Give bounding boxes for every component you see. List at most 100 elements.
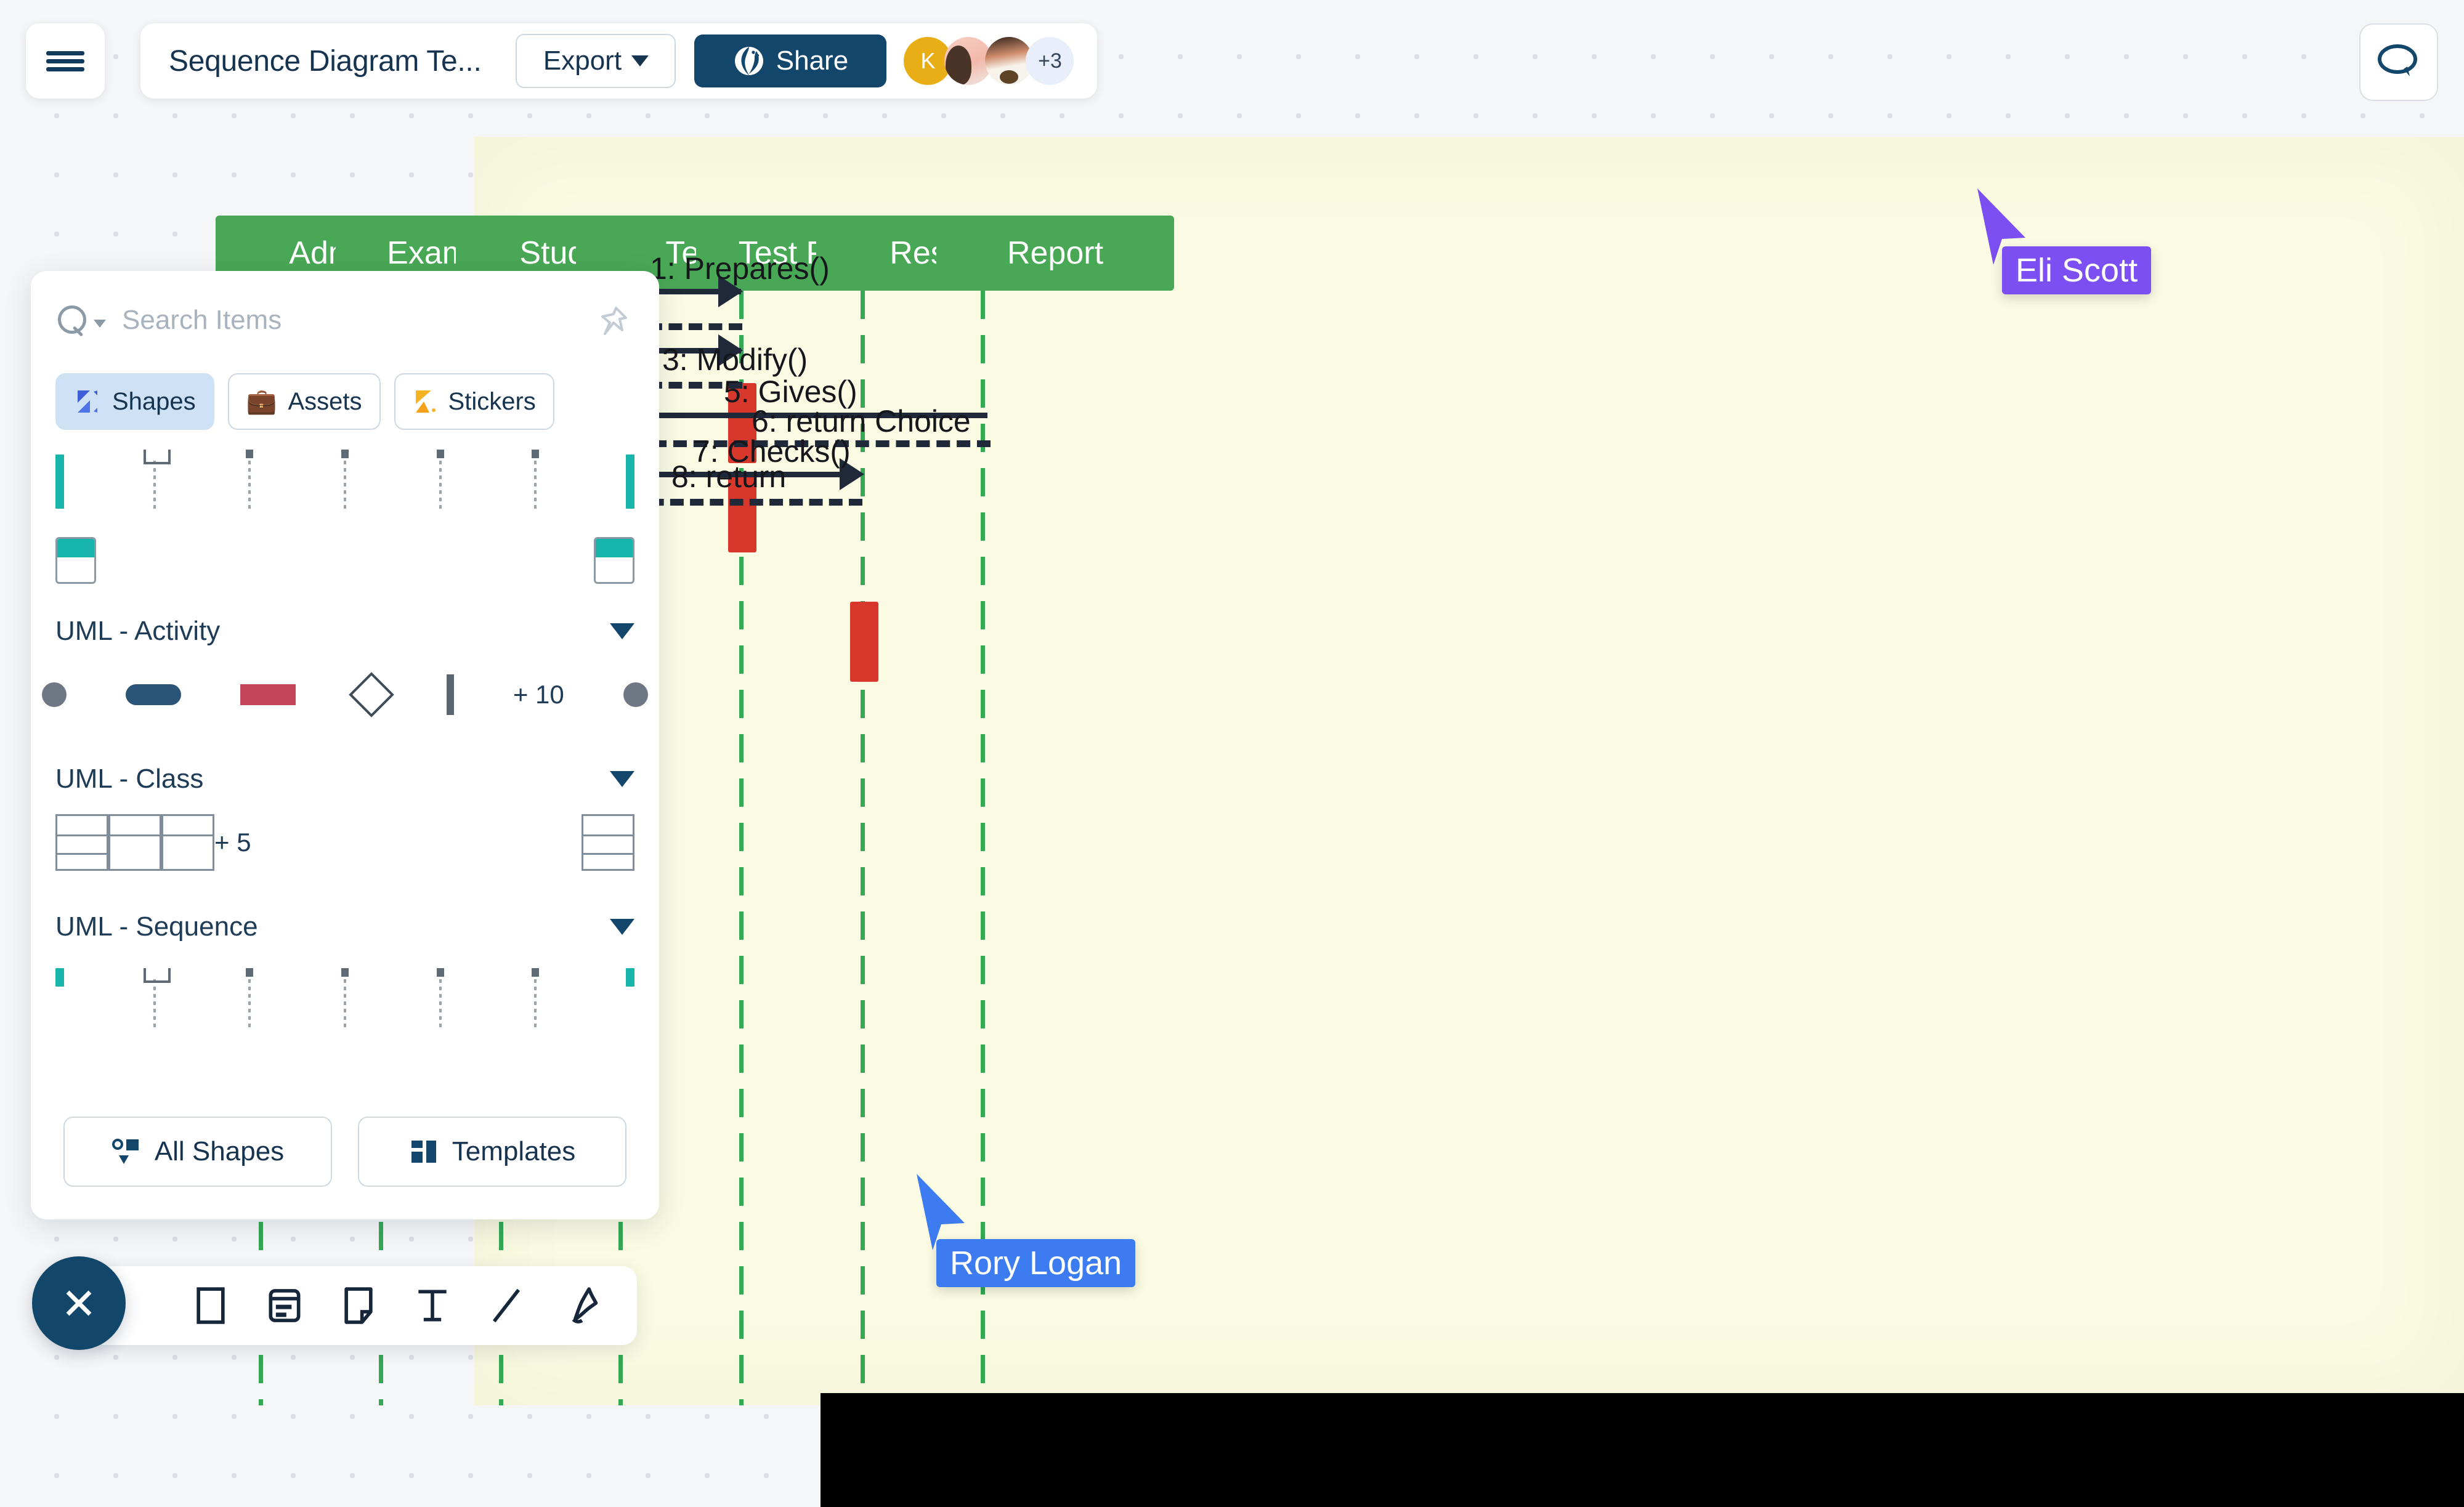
text-tool[interactable] <box>411 1285 453 1327</box>
panel-tabs[interactable]: Shapes 💼 Assets Stickers <box>31 370 659 430</box>
sticky-note-tool[interactable] <box>338 1285 379 1327</box>
caret-down-icon[interactable] <box>610 919 634 935</box>
pin-icon[interactable] <box>595 304 630 339</box>
panel-footer: All Shapes Templates <box>31 1084 659 1219</box>
document-title[interactable]: Sequence Diagram Te... <box>169 44 482 78</box>
shape-lifeline-dashed[interactable] <box>436 968 445 1027</box>
lifeline-report <box>981 291 985 1405</box>
caret-down-icon[interactable] <box>610 623 634 639</box>
footer-button-label: Templates <box>452 1136 576 1166</box>
shapes-panel[interactable]: Shapes 💼 Assets Stickers <box>31 271 659 1219</box>
section-title: UML - Activity <box>55 616 221 646</box>
top-toolbar: Sequence Diagram Te... Export Share K +3 <box>140 23 1098 99</box>
close-panel-button[interactable] <box>32 1256 126 1350</box>
shape-object-box[interactable] <box>594 537 634 584</box>
message-label-1: 1: Prepares() <box>650 251 830 286</box>
hamburger-icon <box>46 67 84 71</box>
shape-lifeline-dashed[interactable] <box>530 968 540 1027</box>
caret-down-icon[interactable] <box>610 771 634 787</box>
hamburger-icon <box>46 59 84 63</box>
shape-lifeline[interactable] <box>625 455 634 509</box>
shape-final-node[interactable] <box>623 682 648 707</box>
shapes-icon <box>78 390 97 413</box>
templates-icon <box>411 1141 436 1163</box>
line-tool[interactable] <box>485 1285 527 1327</box>
collaborator-avatars[interactable]: K +3 <box>904 37 1074 85</box>
sequence-diagram[interactable]: Admin Examiner Student Test Test Paper R… <box>216 137 2464 1405</box>
shape-lifeline-dashed[interactable] <box>143 968 171 1027</box>
bottom-black-occluder-left <box>821 1393 1202 1507</box>
shape-lifeline[interactable] <box>625 968 634 987</box>
shapes-scroll-area[interactable]: UML - Activity + 10 UML - Class + 5 UML … <box>31 438 659 1091</box>
shape-row-objects[interactable] <box>55 525 634 584</box>
chevron-down-icon <box>631 55 649 67</box>
hamburger-menu-button[interactable] <box>26 23 105 99</box>
shape-lifeline-dashed[interactable] <box>245 968 254 1027</box>
tab-label: Stickers <box>448 387 536 415</box>
scroll-fade <box>31 1028 659 1084</box>
shape-lifeline-dashed[interactable] <box>340 450 350 509</box>
all-shapes-icon <box>111 1139 139 1164</box>
section-title: UML - Class <box>55 764 204 794</box>
footer-button-label: All Shapes <box>154 1136 285 1166</box>
shape-class-box[interactable] <box>55 814 108 871</box>
shape-lifeline-dashed[interactable] <box>530 450 540 509</box>
close-icon <box>66 1290 92 1316</box>
section-header-uml-sequence[interactable]: UML - Sequence <box>55 911 634 942</box>
section-more-count[interactable]: + 10 <box>513 680 564 709</box>
avatar-initial: K <box>920 48 936 73</box>
search-icon <box>57 304 89 337</box>
shape-lifeline-dashed[interactable] <box>340 968 350 1027</box>
shape-lifeline-dashed[interactable] <box>143 450 171 509</box>
shape-row-sequence[interactable] <box>55 950 634 1027</box>
shape-decision-diamond[interactable] <box>348 672 394 717</box>
tab-stickers[interactable]: Stickers <box>394 373 554 430</box>
shape-lifeline[interactable] <box>55 455 64 509</box>
shape-action-pill[interactable] <box>126 684 182 705</box>
shape-lifeline-dashed[interactable] <box>436 450 445 509</box>
shape-fork-bar[interactable] <box>446 674 454 715</box>
comment-bubble-icon <box>2378 44 2417 76</box>
share-button[interactable]: Share <box>694 34 887 87</box>
shape-class-box[interactable] <box>582 814 634 871</box>
shape-row-cut-top[interactable] <box>55 438 634 509</box>
star-sticker-icon <box>415 390 436 413</box>
export-button[interactable]: Export <box>516 34 676 88</box>
tab-assets[interactable]: 💼 Assets <box>227 373 381 430</box>
shape-initial-node[interactable] <box>42 682 67 707</box>
templates-button[interactable]: Templates <box>358 1117 626 1187</box>
briefcase-icon: 💼 <box>246 388 277 415</box>
lifeline-head-report[interactable]: Report <box>936 216 1174 291</box>
section-more-count[interactable]: + 5 <box>214 828 251 857</box>
tool-dock[interactable] <box>90 1266 637 1345</box>
card-tool[interactable] <box>264 1285 306 1327</box>
avatar-overflow-count[interactable]: +3 <box>1026 37 1074 85</box>
pen-tool[interactable] <box>559 1285 601 1327</box>
comment-button[interactable] <box>2359 23 2438 101</box>
shape-action-rect[interactable] <box>240 684 296 705</box>
activation-bar[interactable] <box>850 602 878 682</box>
hamburger-icon <box>46 51 84 55</box>
cursor-label-rory: Rory Logan <box>936 1239 1136 1287</box>
shape-class-box[interactable] <box>161 814 214 871</box>
shape-row-activity[interactable]: + 10 <box>42 658 648 732</box>
shape-row-class[interactable]: + 5 <box>55 806 634 879</box>
search-row <box>31 271 659 370</box>
shape-lifeline-dashed[interactable] <box>245 450 254 509</box>
section-header-uml-activity[interactable]: UML - Activity <box>55 616 634 647</box>
shape-object-box[interactable] <box>55 537 96 584</box>
rectangle-tool[interactable] <box>190 1285 232 1327</box>
all-shapes-button[interactable]: All Shapes <box>63 1117 332 1187</box>
tab-shapes[interactable]: Shapes <box>55 373 214 430</box>
avatar-overflow-label: +3 <box>1038 49 1062 73</box>
message-label-3: 3: Modify() <box>662 342 808 377</box>
search-input[interactable] <box>121 304 517 336</box>
section-header-uml-class[interactable]: UML - Class <box>55 764 634 794</box>
tab-label: Assets <box>288 387 362 415</box>
lifeline-label: Report <box>1007 235 1104 271</box>
shape-class-box[interactable] <box>108 814 161 871</box>
chevron-down-icon[interactable] <box>94 319 106 328</box>
cursor-label-eli: Eli Scott <box>2002 246 2152 294</box>
shape-lifeline[interactable] <box>55 968 64 987</box>
tab-label: Shapes <box>112 387 196 415</box>
